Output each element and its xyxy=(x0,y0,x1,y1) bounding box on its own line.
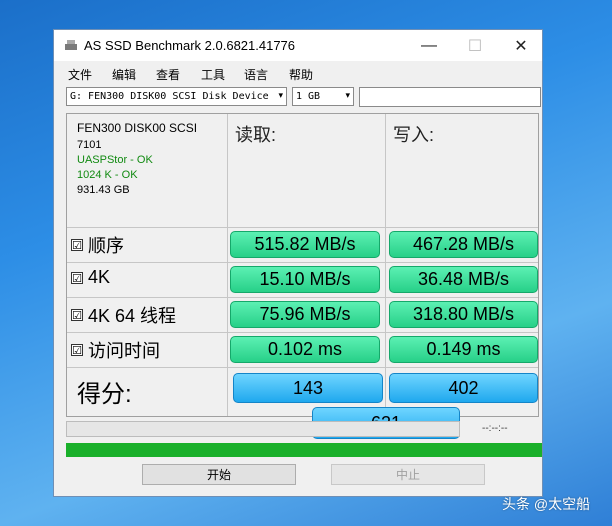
checkbox[interactable]: ☑ xyxy=(71,271,83,285)
access-write-value: 0.149 ms xyxy=(389,336,538,363)
divider xyxy=(67,332,538,333)
menu-view[interactable]: 查看 xyxy=(156,66,180,83)
access-read-value: 0.102 ms xyxy=(230,336,380,363)
drive-firmware: 7101 xyxy=(77,139,102,151)
divider xyxy=(227,114,228,416)
size-select[interactable]: 1 GB ▾ xyxy=(292,87,354,106)
minimize-button[interactable]: — xyxy=(406,30,452,61)
window-title: AS SSD Benchmark 2.0.6821.41776 xyxy=(84,38,296,53)
close-button[interactable]: ✕ xyxy=(498,30,544,61)
title-bar[interactable]: AS SSD Benchmark 2.0.6821.41776 — ☐ ✕ xyxy=(54,30,542,61)
chevron-down-icon: ▾ xyxy=(345,91,350,101)
divider xyxy=(67,227,538,228)
results-panel: FEN300 DISK00 SCSI 7101 UASPStor - OK 10… xyxy=(66,113,539,439)
divider xyxy=(67,367,538,368)
seq-read-value: 515.82 MB/s xyxy=(230,231,380,258)
elapsed-time: --:--:-- xyxy=(482,423,508,434)
row-label-text: 顺序 xyxy=(88,236,124,256)
read-score: 143 xyxy=(233,373,383,403)
disk-icon xyxy=(65,40,77,50)
driver-status: UASPStor - OK xyxy=(77,154,153,166)
divider xyxy=(67,262,538,263)
row-label-text: 4K 64 线程 xyxy=(88,306,177,326)
watermark: 头条 @太空船 xyxy=(502,496,591,512)
drive-capacity: 931.43 GB xyxy=(77,184,130,196)
drive-model: FEN300 DISK00 SCSI xyxy=(77,121,198,135)
checkbox[interactable]: ☑ xyxy=(71,309,83,322)
toolbar: G: FEN300 DISK00 SCSI Disk Device ▾ 1 GB… xyxy=(54,85,542,109)
row-access-label[interactable]: ☑ 访问时间 xyxy=(71,337,160,363)
size-select-value: 1 GB xyxy=(296,91,321,102)
result-textbox[interactable] xyxy=(359,87,541,107)
menu-tools[interactable]: 工具 xyxy=(201,66,225,83)
menu-edit[interactable]: 编辑 xyxy=(112,66,136,83)
divider xyxy=(67,297,538,298)
row-label-text: 访问时间 xyxy=(88,341,160,361)
completion-bar xyxy=(66,443,542,457)
abort-button[interactable]: 中止 xyxy=(331,464,485,485)
4k-write-value: 36.48 MB/s xyxy=(389,266,538,293)
menu-help[interactable]: 帮助 xyxy=(289,66,313,83)
row-label-text: 4K xyxy=(88,267,111,287)
drive-select-value: G: FEN300 DISK00 SCSI Disk Device xyxy=(70,91,269,102)
row-seq-label[interactable]: ☑ 顺序 xyxy=(71,232,124,258)
4k64-read-value: 75.96 MB/s xyxy=(230,301,380,328)
menu-bar: 文件 编辑 查看 工具 语言 帮助 xyxy=(54,63,542,83)
maximize-button[interactable]: ☐ xyxy=(452,30,498,61)
row-4k64-label[interactable]: ☑ 4K 64 线程 xyxy=(71,302,176,328)
chevron-down-icon: ▾ xyxy=(278,91,283,101)
4k-read-value: 15.10 MB/s xyxy=(230,266,380,293)
alignment-status: 1024 K - OK xyxy=(77,169,138,181)
seq-write-value: 467.28 MB/s xyxy=(389,231,538,258)
checkbox[interactable]: ☑ xyxy=(71,344,83,357)
4k64-write-value: 318.80 MB/s xyxy=(389,301,538,328)
start-button[interactable]: 开始 xyxy=(142,464,296,485)
read-header: 读取: xyxy=(235,125,277,145)
row-4k-label[interactable]: ☑ 4K xyxy=(71,267,110,288)
app-window: AS SSD Benchmark 2.0.6821.41776 — ☐ ✕ 文件… xyxy=(53,29,543,497)
progress-bar xyxy=(66,421,460,437)
score-label: 得分: xyxy=(77,381,132,408)
write-header: 写入: xyxy=(393,125,435,145)
divider xyxy=(385,114,386,416)
menu-language[interactable]: 语言 xyxy=(244,66,268,83)
drive-select[interactable]: G: FEN300 DISK00 SCSI Disk Device ▾ xyxy=(66,87,287,106)
menu-file[interactable]: 文件 xyxy=(68,66,92,83)
write-score: 402 xyxy=(389,373,538,403)
checkbox[interactable]: ☑ xyxy=(71,239,83,252)
